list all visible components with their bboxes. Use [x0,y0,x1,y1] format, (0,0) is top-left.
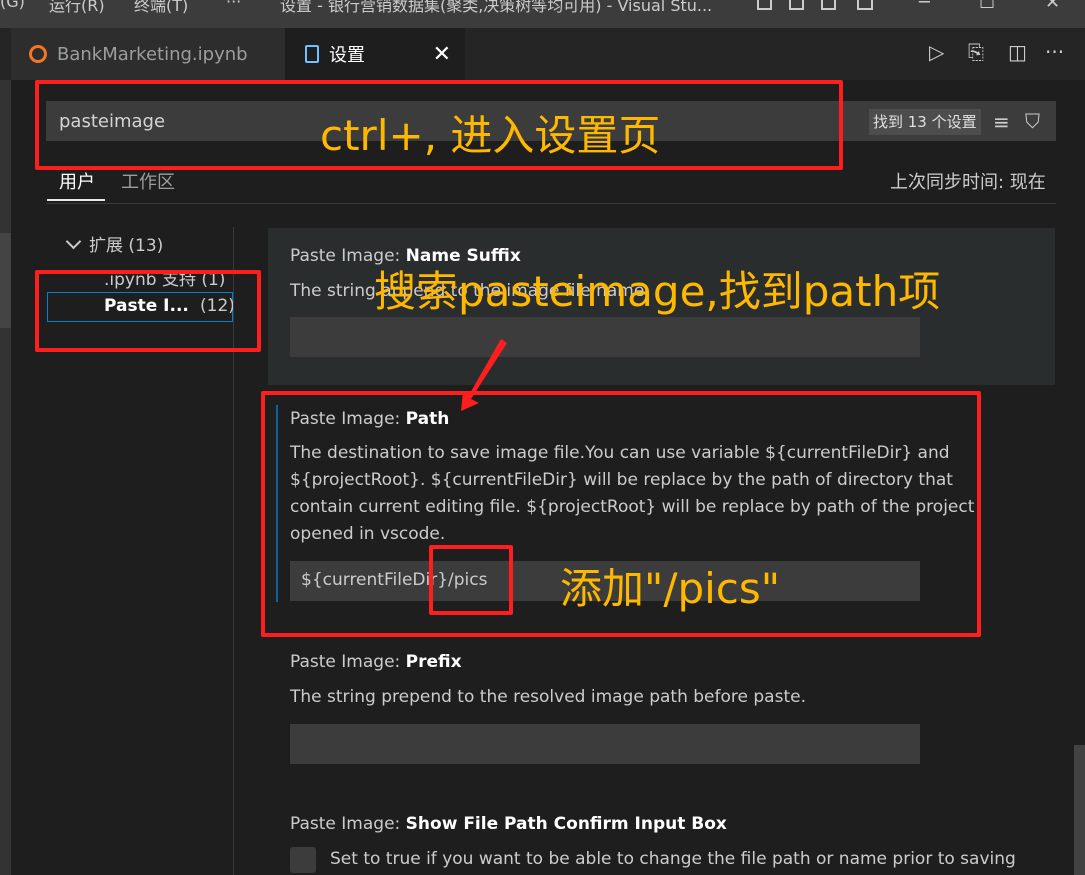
annotation-add-pics: 添加"/pics" [560,564,781,613]
window-title: 设置 - 银行营销数据集(聚类,决策树等均可用) - Visual Stu... [280,0,713,15]
menu-go[interactable]: (G) [0,0,25,11]
sync-status: 上次同步时间: 现在 [890,172,1046,193]
menu-terminal[interactable]: 终端(T) [134,0,188,16]
strip-scroll-mark [0,233,11,328]
split-editor-icon[interactable]: ◫ [1008,40,1027,64]
annotation-arrow [461,339,507,411]
tab-settings[interactable]: 设置 ✕ [285,28,465,80]
jupyter-icon [29,45,47,63]
tab-user-scope[interactable]: 用户 [59,168,95,194]
tab-notebook-label: BankMarketing.ipynb [57,43,248,65]
more-actions-icon[interactable]: ··· [1045,40,1064,64]
minimize-icon[interactable]: ─ [919,0,930,13]
run-icon[interactable]: ▷ [929,40,944,64]
tab-settings-label: 设置 [329,45,365,66]
settings-file-icon [305,45,319,63]
toggle-sidebar-icon[interactable] [757,0,772,10]
open-json-icon[interactable]: ⎘ [968,40,984,64]
annotation-open-settings: ctrl+, 进入设置页 [320,111,661,160]
annotation-search-hint: 搜索pasteimage,找到path项 [374,267,941,316]
annotation-box-pics [429,545,513,615]
toggle-secondary-sidebar-icon[interactable] [821,0,836,10]
prefix-input[interactable] [290,724,920,764]
toc-extensions[interactable]: 扩展 (13) [65,231,164,256]
scrollbar-thumb[interactable] [1074,745,1085,875]
title-bar: (G) 运行(R) 终端(T) ··· 设置 - 银行营销数据集(聚类,决策树等… [0,0,1085,28]
filter-icon[interactable]: ⛉ [1025,109,1040,133]
setting-title-confirm: Paste Image: Show File Path Confirm Inpu… [290,814,727,834]
customize-layout-icon[interactable] [857,0,873,10]
toc-extensions-label: 扩展 (13) [89,236,164,256]
close-tab-icon[interactable]: ✕ [433,42,451,67]
clear-filter-icon[interactable]: ≡ [993,110,1010,134]
header-divider [46,203,1056,204]
name-suffix-input[interactable] [290,317,920,357]
toggle-panel-icon[interactable] [789,0,804,10]
active-scope-underline [47,199,105,201]
activity-strip [0,80,11,875]
tab-bankmarketing[interactable]: BankMarketing.ipynb [11,28,285,80]
tab-bar: BankMarketing.ipynb 设置 ✕ ▷ ⎘ ◫ ··· [0,28,1085,80]
tab-workspace-scope[interactable]: 工作区 [121,168,175,194]
setting-title-prefix: Paste Image: Prefix [290,652,462,672]
setting-desc-confirm: Set to true if you want to be able to ch… [330,849,1016,869]
maximize-icon[interactable]: ☐ [979,0,995,13]
menu-run[interactable]: 运行(R) [49,0,105,16]
confirm-checkbox[interactable] [290,847,316,873]
menu-more[interactable]: ··· [226,0,241,11]
close-window-icon[interactable]: ✕ [1045,0,1060,13]
setting-desc-prefix: The string prepend to the resolved image… [290,687,806,707]
annotation-box-toc [35,270,261,352]
chevron-down-icon [65,233,82,250]
search-result-count: 找到 13 个设置 [869,109,981,135]
